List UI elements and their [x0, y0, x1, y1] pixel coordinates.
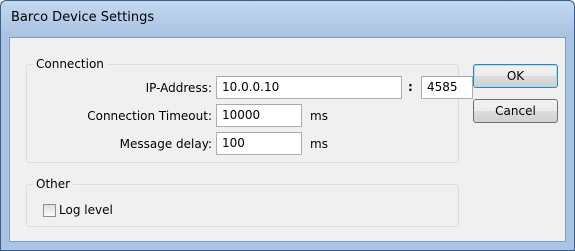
dialog-window: Barco Device Settings Connection IP-Addr… — [0, 0, 575, 251]
timeout-unit-label: ms — [310, 109, 328, 123]
connection-timeout-input[interactable]: 10000 — [216, 104, 302, 127]
ok-button[interactable]: OK — [473, 64, 558, 88]
other-group-label: Other — [33, 177, 74, 191]
window-title: Barco Device Settings — [11, 10, 155, 25]
dialog-client-area: Connection IP-Address: 10.0.0.10 : 4585 … — [9, 37, 566, 242]
message-delay-input[interactable]: 100 — [216, 132, 302, 155]
port-separator: : — [408, 80, 413, 94]
connection-group: Connection IP-Address: 10.0.0.10 : 4585 … — [26, 57, 473, 163]
connection-group-label: Connection — [33, 57, 107, 71]
message-delay-label: Message delay: — [119, 137, 212, 151]
log-level-label[interactable]: Log level — [59, 203, 113, 217]
delay-unit-label: ms — [310, 137, 328, 151]
ip-address-input[interactable]: 10.0.0.10 — [216, 76, 402, 99]
port-input[interactable]: 4585 — [421, 76, 473, 99]
title-bar[interactable]: Barco Device Settings — [1, 1, 574, 37]
ip-address-label: IP-Address: — [145, 81, 212, 95]
log-level-checkbox[interactable] — [43, 204, 56, 217]
other-group: Other Log level — [26, 177, 459, 227]
cancel-button[interactable]: Cancel — [473, 99, 558, 123]
connection-timeout-label: Connection Timeout: — [87, 109, 212, 123]
